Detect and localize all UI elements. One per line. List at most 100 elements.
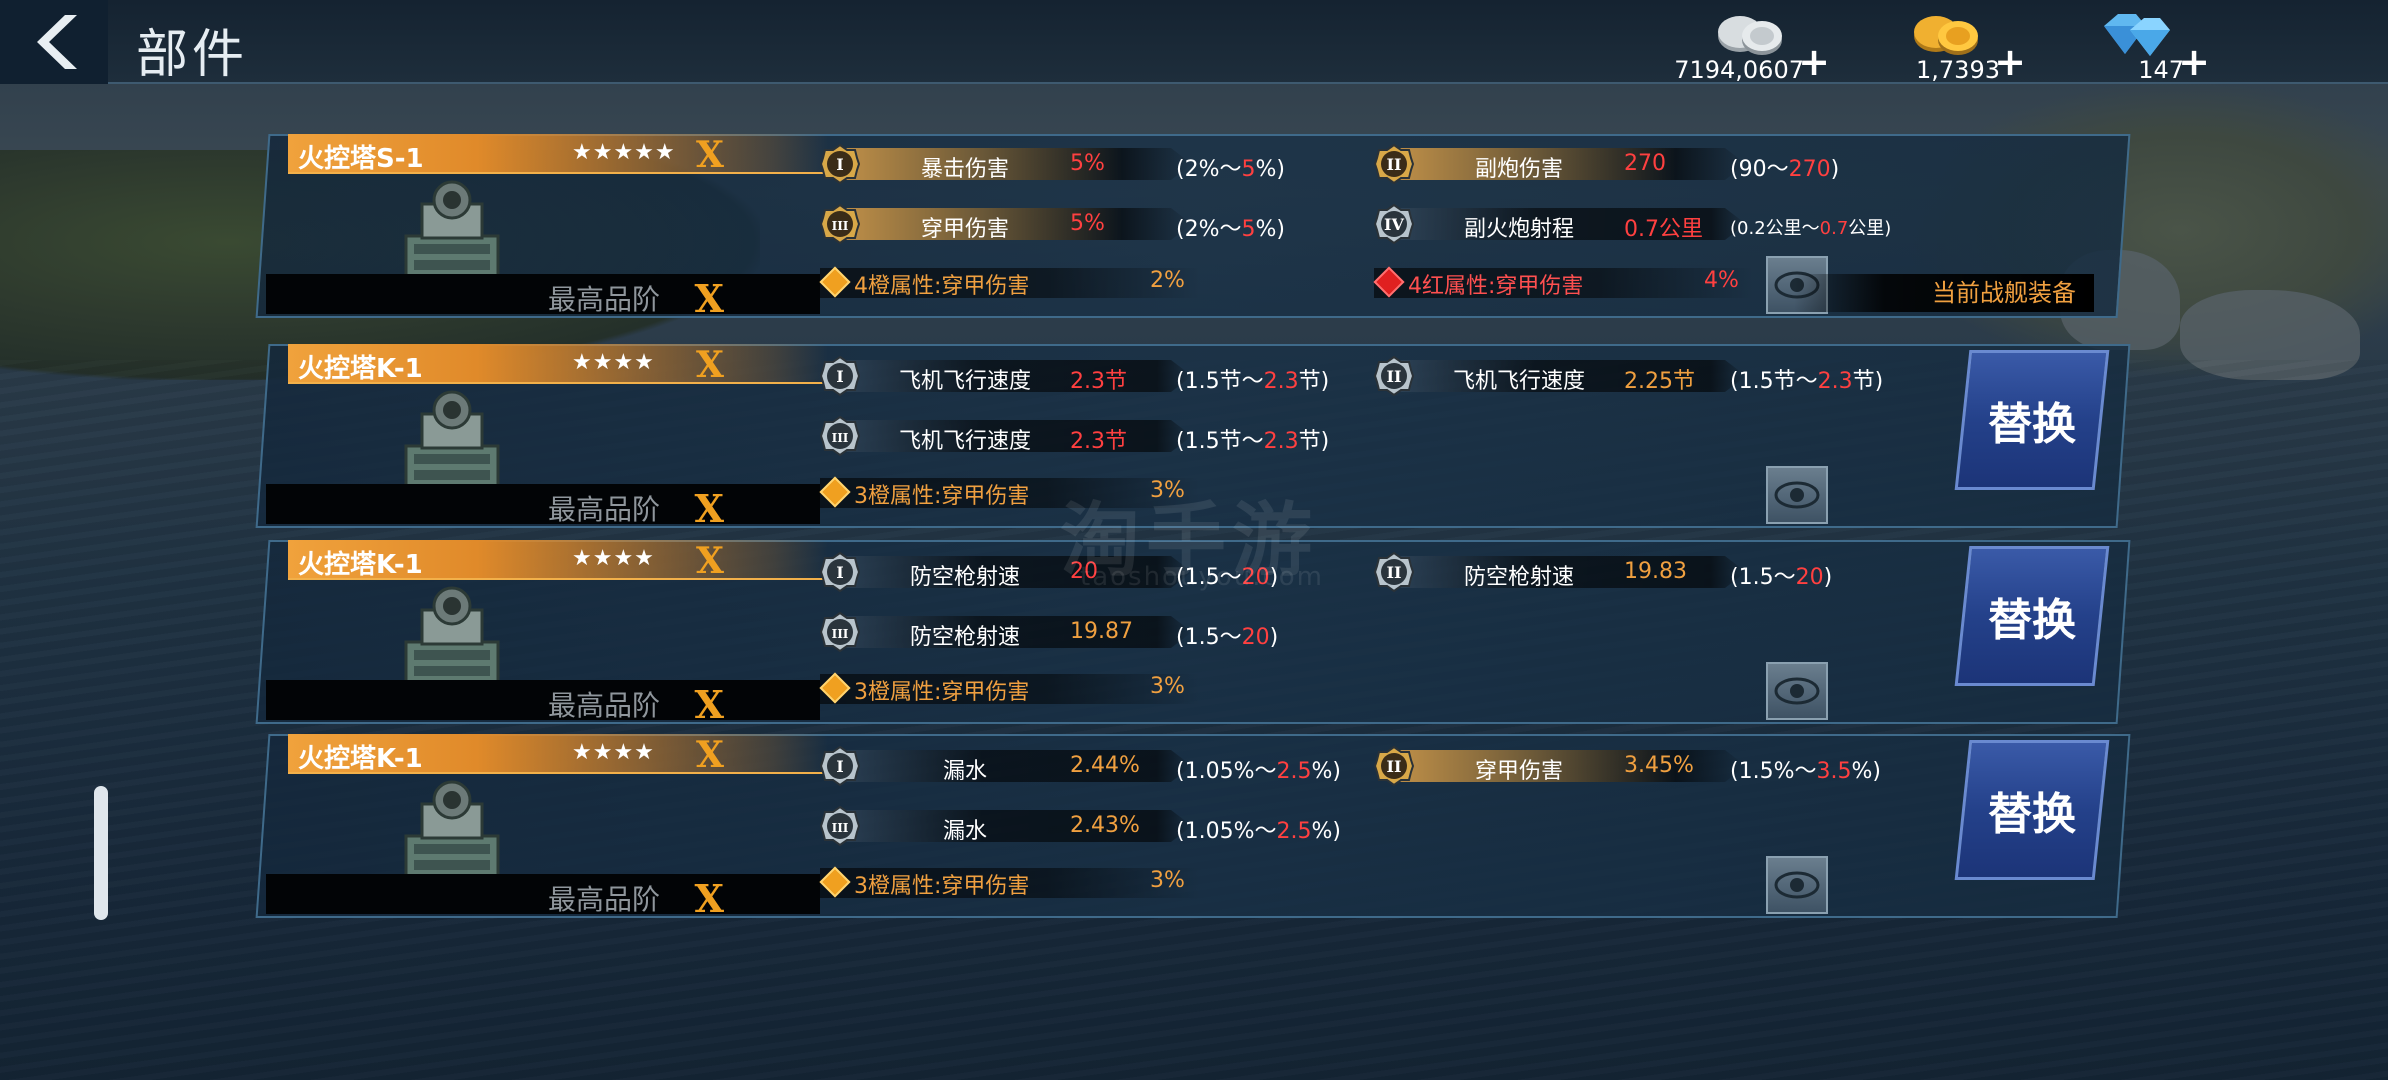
stat-row: III 穿甲伤害 5% (2%～5%)	[819, 203, 1380, 245]
eye-icon	[1774, 481, 1820, 509]
stat-name: 防空枪射速	[909, 625, 1020, 650]
stat-name: 漏水	[942, 819, 987, 844]
svg-text:III: III	[832, 219, 849, 233]
star-rating: ★★★★	[572, 740, 655, 765]
stat-range: (0.2公里～0.7公里)	[1730, 218, 1892, 239]
stat-value: 2.43%	[1070, 813, 1140, 838]
scrollbar-handle[interactable]	[94, 786, 108, 920]
stat-name: 漏水	[942, 759, 987, 784]
set-attribute: 3橙属性:穿甲伤害 3%	[819, 864, 1380, 900]
grade-badge: X	[696, 344, 724, 386]
roman-numeral-2-icon: II	[1373, 745, 1415, 787]
currency-gold[interactable]: 1,7393 +	[1856, 4, 2026, 84]
currency-diamond[interactable]: 147 +	[2040, 4, 2210, 84]
attribute-name: 4红属性:穿甲伤害	[1408, 274, 1584, 299]
diamond-amount: 147	[2138, 56, 2184, 84]
equipment-card[interactable]: 火控塔K-1 ★★★★ X 最高品阶 X I 漏水 2.44% (1.05%～2…	[255, 734, 2131, 921]
stat-value: 19.87	[1070, 619, 1133, 644]
eye-icon	[1774, 677, 1820, 705]
set-attribute: 4橙属性:穿甲伤害 2%	[819, 264, 1380, 300]
roman-numeral-3-icon: III	[819, 611, 861, 653]
stat-range: (1.5节～2.3节)	[1176, 369, 1330, 394]
stat-row: I 暴击伤害 5% (2%～5%)	[819, 143, 1380, 185]
stat-row: III 飞机飞行速度 2.3节 (1.5节～2.3节)	[819, 415, 1380, 457]
roman-numeral-2-icon: II	[1373, 355, 1415, 397]
stat-name: 副火炮射程	[1463, 217, 1574, 242]
gold-coins-icon	[1914, 16, 1978, 55]
attribute-name: 3橙属性:穿甲伤害	[854, 874, 1030, 899]
add-gold-icon[interactable]: +	[1994, 40, 2026, 84]
attribute-value: 3%	[1150, 674, 1185, 699]
roman-numeral-1-icon: I	[819, 551, 861, 593]
quality-label: 最高品阶	[547, 689, 660, 722]
star-rating: ★★★★	[572, 546, 655, 571]
attribute-value: 3%	[1150, 868, 1185, 893]
view-details-button[interactable]	[1766, 662, 1828, 720]
gold-amount: 1,7393	[1916, 56, 2000, 84]
stat-name: 飞机飞行速度	[898, 369, 1031, 394]
replace-button[interactable]: 替换	[1954, 350, 2110, 490]
back-arrow-icon	[37, 15, 77, 69]
stat-range: (1.05%～2.5%)	[1176, 759, 1341, 784]
quality-grade: X	[694, 276, 724, 321]
stat-range: (1.5～20)	[1730, 565, 1833, 590]
stat-row: II 副炮伤害 270 (90～270)	[1373, 143, 1934, 185]
watermark-url: taoshouyou.com	[1080, 562, 1325, 592]
quality-bar: 最高品阶 X	[266, 680, 820, 727]
quality-label: 最高品阶	[547, 883, 660, 916]
quality-bar: 最高品阶 X	[266, 484, 820, 531]
stat-name: 防空枪射速	[909, 565, 1020, 590]
stat-row: II 防空枪射速 19.83 (1.5～20)	[1373, 551, 1934, 593]
grade-badge: X	[696, 540, 724, 582]
roman-numeral-2-icon: II	[1373, 551, 1415, 593]
stat-value: 2.44%	[1070, 753, 1140, 778]
roman-numeral-3-icon: III	[819, 203, 861, 245]
stat-value: 5%	[1070, 211, 1105, 236]
stat-row: II 飞机飞行速度 2.25节 (1.5节～2.3节)	[1373, 355, 1934, 397]
attribute-name: 4橙属性:穿甲伤害	[854, 274, 1030, 299]
stat-range: (1.5节～2.3节)	[1176, 429, 1330, 454]
add-diamond-icon[interactable]: +	[2178, 40, 2210, 84]
diamond-icon	[2104, 14, 2170, 56]
roman-numeral-1-icon: I	[819, 745, 861, 787]
stat-row: I 漏水 2.44% (1.05%～2.5%)	[819, 745, 1380, 787]
replace-label: 替换	[1988, 595, 2076, 646]
stat-value: 19.83	[1624, 559, 1687, 584]
attribute-name: 3橙属性:穿甲伤害	[854, 484, 1030, 509]
star-rating: ★★★★	[572, 350, 655, 375]
item-name: 火控塔S-1	[298, 144, 424, 174]
quality-grade: X	[694, 682, 724, 727]
svg-text:I: I	[836, 367, 843, 386]
view-details-button[interactable]	[1766, 466, 1828, 524]
roman-numeral-1-icon: I	[819, 355, 861, 397]
currency-silver[interactable]: 7194,0607 +	[1660, 4, 1830, 84]
svg-text:I: I	[836, 757, 843, 776]
svg-text:III: III	[832, 431, 849, 445]
svg-text:II: II	[1387, 367, 1402, 386]
stat-value: 270	[1624, 151, 1666, 176]
add-silver-icon[interactable]: +	[1798, 40, 1830, 84]
stat-name: 飞机飞行速度	[898, 429, 1031, 454]
attribute-value: 4%	[1704, 268, 1739, 293]
top-bar: 部件 7194,0607 + 1,7393 + 147 +	[0, 0, 2388, 85]
view-details-button[interactable]	[1766, 856, 1828, 914]
stat-name: 穿甲伤害	[1474, 759, 1563, 784]
stat-range: (1.5节～2.3节)	[1730, 369, 1884, 394]
quality-label: 最高品阶	[547, 493, 660, 526]
set-attribute: 3橙属性:穿甲伤害 3%	[819, 670, 1380, 706]
silver-coins-icon	[1718, 16, 1782, 55]
back-button[interactable]	[0, 0, 108, 84]
grade-badge: X	[696, 134, 724, 176]
svg-text:II: II	[1387, 155, 1402, 174]
page-title: 部件	[136, 25, 249, 85]
svg-text:II: II	[1387, 563, 1402, 582]
svg-text:IV: IV	[1384, 215, 1404, 234]
svg-text:III: III	[832, 627, 849, 641]
stat-value: 2.3节	[1070, 369, 1127, 394]
replace-button[interactable]: 替换	[1954, 546, 2110, 686]
replace-button[interactable]: 替换	[1954, 740, 2110, 880]
stat-range: (1.5%～3.5%)	[1730, 759, 1881, 784]
equipment-card[interactable]: 火控塔S-1 ★★★★★ X 最高品阶 X I 暴击伤害 5% (2%～5%) …	[255, 134, 2131, 321]
stat-range: (90～270)	[1730, 157, 1840, 182]
stat-row: II 穿甲伤害 3.45% (1.5%～3.5%)	[1373, 745, 1934, 787]
